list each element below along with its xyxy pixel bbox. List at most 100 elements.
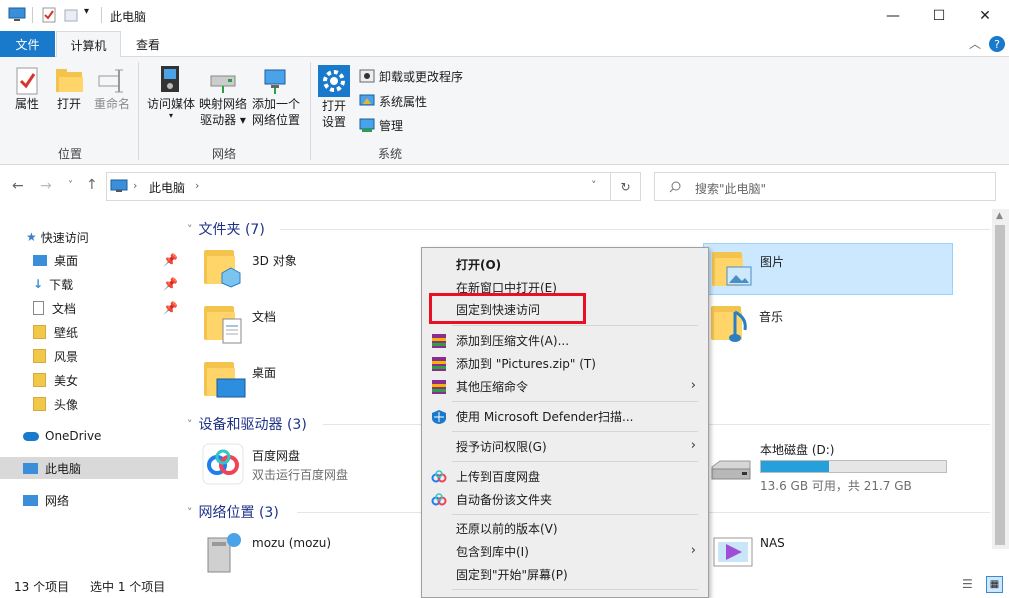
up-icon[interactable]: ↑ <box>86 177 98 193</box>
highlight-box <box>429 293 586 324</box>
pin-icon[interactable]: 📌 <box>163 253 178 267</box>
menu-item-include-library[interactable]: 包含到库中(I) › <box>422 540 708 563</box>
context-menu: 打开(O) 在新窗口中打开(E) 固定到快速访问 添加到压缩文件(A)... 添… <box>421 247 709 598</box>
winrar-icon <box>432 357 446 371</box>
help-icon[interactable]: ? <box>988 35 1006 53</box>
menu-item-auto-backup[interactable]: 自动备份该文件夹 <box>422 488 708 511</box>
network-location-mozu[interactable]: mozu (mozu) <box>200 528 415 576</box>
winrar-icon <box>432 334 446 348</box>
defender-shield-icon <box>432 410 446 424</box>
folder-desktop[interactable]: 桌面 <box>204 356 404 404</box>
pin-icon[interactable]: 📌 <box>163 301 178 315</box>
cube-icon <box>221 267 241 288</box>
map-network-drive-button[interactable]: 映射网络 驱动器 ▾ <box>197 66 249 128</box>
chevron-down-icon: ˅ <box>187 417 193 431</box>
add-network-location-button[interactable]: 添加一个 网络位置 <box>250 66 302 128</box>
recent-locations-icon[interactable]: ˅ <box>68 180 73 191</box>
manage-button[interactable]: 管理 <box>359 115 403 135</box>
computer-icon <box>23 462 38 474</box>
vertical-scrollbar[interactable]: ▲ <box>992 209 1009 549</box>
open-settings-button[interactable]: 打开 设置 <box>316 64 352 130</box>
breadcrumb-chevron-icon[interactable]: › <box>195 179 199 192</box>
large-icons-view-icon[interactable]: ▦ <box>986 576 1003 593</box>
music-note-icon <box>729 310 747 342</box>
back-icon[interactable]: ← <box>12 178 24 194</box>
sidebar-item-desktop[interactable]: 桌面 📌 <box>0 249 178 271</box>
sidebar-item-documents[interactable]: 文档 📌 <box>0 297 178 319</box>
breadcrumb-this-pc[interactable]: 此电脑 <box>149 179 185 196</box>
device-local-disk-d[interactable]: 本地磁盘 (D:) 13.6 GB 可用，共 21.7 GB <box>708 441 953 493</box>
menu-item-upload-baidu[interactable]: 上传到百度网盘 <box>422 465 708 488</box>
maximize-button[interactable]: ☐ <box>916 0 962 31</box>
menu-item-add-zip[interactable]: 添加到 "Pictures.zip" (T) <box>422 352 708 375</box>
access-media-button[interactable]: 访问媒体 ▾ <box>145 64 197 120</box>
folder-music[interactable]: 音乐 <box>711 300 911 348</box>
desktop-icon <box>33 254 47 266</box>
open-button[interactable]: 打开 <box>53 66 85 112</box>
properties-icon[interactable] <box>42 7 56 23</box>
properties-button[interactable]: 属性 <box>11 66 43 112</box>
folder-pictures[interactable]: 图片 <box>703 243 953 295</box>
pin-icon[interactable]: 📌 <box>163 277 178 291</box>
network-location-nas[interactable]: NAS <box>708 528 923 576</box>
cloud-icon <box>23 431 39 441</box>
system-properties-button[interactable]: 系统属性 <box>359 91 427 111</box>
search-box[interactable]: 搜索"此电脑" <box>654 172 996 201</box>
minimize-button[interactable]: — <box>870 0 916 31</box>
network-icon <box>23 494 38 506</box>
section-network-locations[interactable]: ˅ 网络位置 (3) <box>187 502 279 522</box>
sidebar-item-wallpaper[interactable]: 壁纸 <box>0 321 178 343</box>
menu-item-add-archive[interactable]: 添加到压缩文件(A)... <box>422 329 708 352</box>
address-bar[interactable]: › 此电脑 › ˅ <box>106 172 611 201</box>
submenu-arrow-icon: › <box>690 438 696 453</box>
sidebar-onedrive[interactable]: OneDrive <box>0 425 178 447</box>
menu-item-restore-versions[interactable]: 还原以前的版本(V) <box>422 517 708 540</box>
sidebar-item-downloads[interactable]: ↓ 下载 📌 <box>0 273 178 295</box>
tab-computer[interactable]: 计算机 <box>56 31 121 58</box>
network-drive-icon <box>210 75 236 93</box>
refresh-button[interactable]: ↻ <box>611 172 641 201</box>
close-button[interactable]: ✕ <box>962 0 1008 31</box>
menu-item-open[interactable]: 打开(O) <box>422 253 708 276</box>
hard-drive-icon <box>711 460 751 480</box>
folder-documents[interactable]: 文档 <box>204 300 404 348</box>
tab-view[interactable]: 查看 <box>122 31 174 57</box>
tab-file[interactable]: 文件 <box>0 31 55 57</box>
item-count: 13 个项目 <box>14 580 70 594</box>
folder-3d-objects[interactable]: 3D 对象 <box>204 244 404 292</box>
sidebar-quick-access[interactable]: ★ 快速访问 <box>0 226 178 248</box>
section-devices[interactable]: ˅ 设备和驱动器 (3) <box>187 414 307 434</box>
details-view-icon[interactable]: ☰ <box>962 577 973 591</box>
window-title: 此电脑 <box>110 10 147 24</box>
group-label-location: 位置 <box>58 147 83 161</box>
rename-button[interactable]: 重命名 <box>92 66 132 112</box>
quick-access-dropdown-icon[interactable]: ▾ <box>84 6 89 17</box>
sidebar-this-pc[interactable]: 此电脑 <box>0 457 178 479</box>
new-folder-icon[interactable] <box>64 7 78 23</box>
menu-item-other-compress[interactable]: 其他压缩命令 › <box>422 375 708 398</box>
address-dropdown-icon[interactable]: ˅ <box>591 179 597 192</box>
selected-count: 选中 1 个项目 <box>90 580 166 594</box>
scroll-up-icon[interactable]: ▲ <box>996 211 1003 221</box>
menu-item-grant-access[interactable]: 授予访问权限(G) › <box>422 435 708 458</box>
uninstall-programs-button[interactable]: 卸载或更改程序 <box>359 66 463 86</box>
sidebar-item-scenery[interactable]: 风景 <box>0 345 178 367</box>
sidebar-network[interactable]: 网络 <box>0 489 178 511</box>
device-baidu-netdisk[interactable]: 百度网盘 双击运行百度网盘 <box>200 441 415 489</box>
forward-icon[interactable]: → <box>40 178 52 194</box>
download-icon: ↓ <box>33 277 44 291</box>
menu-item-defender-scan[interactable]: 使用 Microsoft Defender扫描... <box>422 405 708 428</box>
group-label-network: 网络 <box>212 147 237 161</box>
section-folders[interactable]: ˅ 文件夹 (7) <box>187 219 265 239</box>
search-input[interactable]: 搜索"此电脑" <box>695 180 766 197</box>
sidebar-item-avatar[interactable]: 头像 <box>0 393 178 415</box>
gear-icon <box>318 65 350 97</box>
network-location-icon <box>264 69 286 94</box>
collapse-ribbon-icon[interactable]: ︿ <box>969 35 981 52</box>
uninstall-icon <box>359 69 375 83</box>
sidebar-item-beauty[interactable]: 美女 <box>0 369 178 391</box>
scrollbar-thumb[interactable] <box>995 225 1005 545</box>
ribbon-separator <box>310 62 311 160</box>
breadcrumb-chevron-icon[interactable]: › <box>133 179 137 192</box>
submenu-arrow-icon: › <box>690 543 696 558</box>
